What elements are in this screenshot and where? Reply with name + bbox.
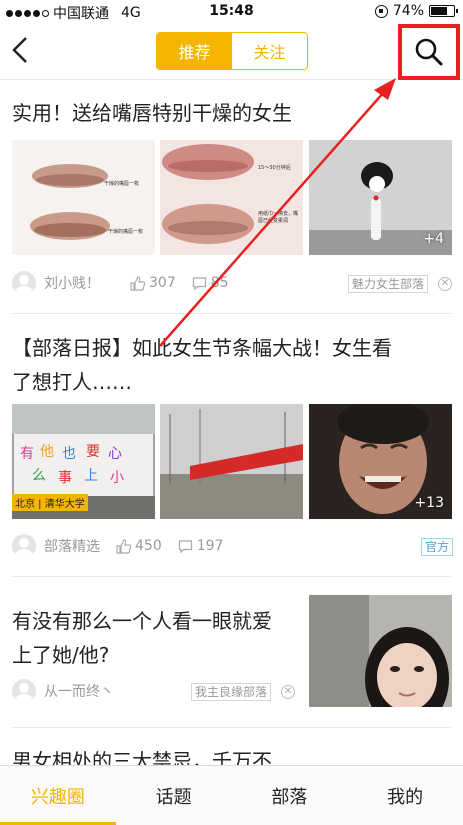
post-title[interactable]: 【部落日报】如此女生节条幅大战！女生看 了想打人…… <box>12 331 392 399</box>
comment-icon <box>178 539 192 553</box>
post-image[interactable]: 有 他 也 要 心 么 事 上 小 北京 | 清华大学 <box>12 404 155 519</box>
likes-count: 307 <box>149 275 176 291</box>
svg-text:么: 么 <box>32 468 46 484</box>
post-title-line: 【部落日报】如此女生节条幅大战！女生看 <box>12 336 392 360</box>
post-title[interactable]: 实用！送给嘴唇特别干燥的女生 <box>12 96 292 130</box>
post-image[interactable] <box>309 595 452 707</box>
battery-icon <box>429 5 458 17</box>
status-right: 74% <box>374 3 458 19</box>
comment-icon <box>192 276 206 290</box>
svg-text:他: 他 <box>40 444 54 460</box>
post-meta: 部落精选 450 197 <box>12 533 452 559</box>
tab-tribes[interactable]: 部落 <box>232 766 348 825</box>
top-nav-bar: 推荐 关注 <box>0 22 463 80</box>
search-button[interactable] <box>398 24 460 80</box>
divider <box>12 576 451 577</box>
svg-text:心: 心 <box>108 446 122 462</box>
orientation-lock-icon <box>374 4 388 18</box>
avatar[interactable] <box>12 271 36 295</box>
likes-stat[interactable]: 307 <box>130 275 176 291</box>
image-caption: 干燥的嘴唇一枚 <box>104 181 140 187</box>
image-watermark: 北京 | 清华大学 <box>12 494 88 511</box>
dismiss-icon[interactable]: ✕ <box>438 277 452 291</box>
svg-text:事: 事 <box>58 470 72 486</box>
likes-stat[interactable]: 450 <box>116 538 162 554</box>
divider <box>12 727 451 728</box>
author-name[interactable]: 刘小贱！ <box>44 273 100 293</box>
tribe-tag[interactable]: 魅力女生部落 <box>348 275 429 293</box>
tab-interest-circle[interactable]: 兴趣圈 <box>0 766 116 825</box>
thumbs-up-icon <box>116 538 131 554</box>
svg-text:也: 也 <box>62 446 76 462</box>
tab-topics[interactable]: 话题 <box>116 766 232 825</box>
author-name[interactable]: 从一而终丶 <box>44 681 114 701</box>
divider <box>12 313 451 314</box>
image-caption: 用纸巾一擦去，嘴唇已经变柔润 <box>258 211 299 224</box>
avatar[interactable] <box>12 679 36 703</box>
segment-following[interactable]: 关注 <box>232 33 307 69</box>
likes-count: 450 <box>135 538 162 554</box>
dismiss-icon[interactable]: ✕ <box>281 685 295 699</box>
post-image[interactable]: +4 <box>309 140 452 255</box>
tribe-tag[interactable]: 我主良缘部落 <box>191 683 272 701</box>
post-title-line: 有没有那么一个人看一眼就爱 <box>12 609 272 633</box>
post-title-line: 了想打人…… <box>12 370 132 394</box>
segment-recommended[interactable]: 推荐 <box>157 33 232 69</box>
post-image[interactable]: 15～30分钟后 用纸巾一擦去，嘴唇已经变柔润 <box>160 140 303 255</box>
status-bar: 中国联通 4G 15:48 74% <box>0 0 463 22</box>
post-image[interactable]: 干燥的嘴唇一枚 干燥的嘴唇一枚 <box>12 140 155 255</box>
svg-text:要: 要 <box>86 444 100 460</box>
post-image[interactable]: +13 <box>309 404 452 519</box>
avatar[interactable] <box>12 534 36 558</box>
thumbs-up-icon <box>130 275 145 291</box>
search-icon <box>415 38 443 66</box>
comments-stat[interactable]: 85 <box>192 275 229 291</box>
post-image[interactable] <box>160 404 303 519</box>
bottom-tab-bar: 兴趣圈 话题 部落 我的 <box>0 765 463 825</box>
author-name[interactable]: 部落精选 <box>44 536 100 556</box>
tab-me[interactable]: 我的 <box>347 766 463 825</box>
image-count-badge: +13 <box>414 495 444 511</box>
svg-text:上: 上 <box>84 468 98 484</box>
post-title-line: 上了她/他? <box>12 643 110 667</box>
official-tag[interactable]: 官方 <box>421 538 454 556</box>
comments-stat[interactable]: 197 <box>178 538 224 554</box>
battery-percent: 74% <box>392 3 424 19</box>
comments-count: 85 <box>210 275 229 291</box>
back-arrow-icon[interactable] <box>8 34 34 66</box>
image-caption: 干燥的嘴唇一枚 <box>108 229 144 235</box>
feed-segmented-control: 推荐 关注 <box>156 32 308 70</box>
image-count-badge: +4 <box>423 231 444 247</box>
image-caption: 15～30分钟后 <box>258 165 291 171</box>
svg-text:小: 小 <box>110 470 124 486</box>
svg-text:有: 有 <box>20 446 34 462</box>
post-title[interactable]: 有没有那么一个人看一眼就爱 上了她/他? <box>12 604 302 672</box>
comments-count: 197 <box>196 538 224 554</box>
